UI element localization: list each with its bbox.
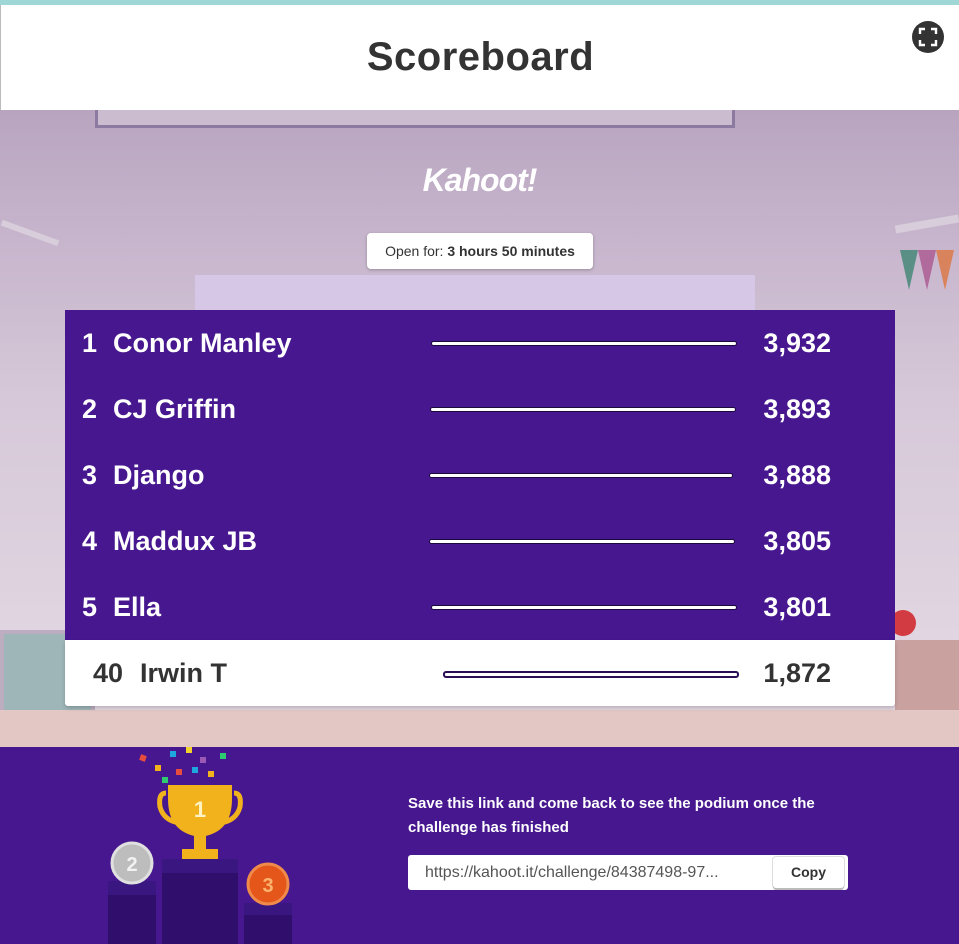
player-name: Maddux JB: [113, 526, 258, 556]
player-score: 3,888: [763, 460, 831, 490]
leaderboard-row: 4 Maddux JB 3,805: [65, 508, 895, 574]
player-score: 3,932: [763, 328, 831, 358]
silver-medal-icon: 2: [110, 841, 154, 885]
podium-trophy-illustration: 1 2 3: [108, 747, 292, 944]
confetti-icon: [139, 747, 226, 783]
svg-text:3: 3: [262, 875, 273, 897]
current-player-rank: 40: [92, 658, 123, 688]
kahoot-logo: Kahoot!: [422, 162, 538, 198]
player-score: 3,801: [763, 592, 831, 622]
score-bar: [430, 407, 736, 412]
player-name: CJ Griffin: [113, 394, 237, 424]
header: Scoreboard: [0, 5, 959, 110]
score-bar: [431, 605, 737, 610]
bronze-medal-icon: 3: [246, 862, 290, 906]
open-for-value: 3 hours 50 minutes: [447, 243, 575, 259]
leaderboard-row: 2 CJ Griffin 3,893: [65, 376, 895, 442]
leaderboard: 1 Conor Manley 3,932 2 CJ Griffin 3,893 …: [65, 310, 895, 640]
challenge-link-field[interactable]: https://kahoot.it/challenge/84387498-97.…: [408, 855, 770, 890]
fullscreen-icon: [918, 27, 938, 47]
player-name: Django: [113, 460, 205, 490]
trophy-icon: 1: [157, 785, 243, 859]
current-player-name: Irwin T: [140, 658, 227, 688]
page-title: Scoreboard: [366, 35, 595, 79]
fullscreen-button[interactable]: [912, 21, 944, 53]
player-rank: 3: [81, 460, 97, 490]
score-bar: [429, 473, 733, 478]
player-rank: 5: [81, 592, 97, 622]
leaderboard-row: 3 Django 3,888: [65, 442, 895, 508]
score-bar: [429, 539, 735, 544]
leaderboard-row: 5 Ella 3,801: [65, 574, 895, 640]
current-player-score-bar: [443, 671, 739, 678]
player-score: 3,805: [763, 526, 831, 556]
player-score: 3,893: [763, 394, 831, 424]
svg-text:2: 2: [126, 854, 137, 876]
footer: 1 2 3 Save this link and come back to se…: [0, 747, 959, 944]
player-rank: 4: [81, 526, 97, 556]
open-for-label: Open for:: [385, 243, 444, 259]
challenge-link-box: https://kahoot.it/challenge/84387498-97.…: [408, 855, 848, 890]
current-player-score: 1,872: [763, 658, 831, 688]
open-for-badge: Open for: 3 hours 50 minutes: [367, 233, 593, 269]
current-player-row: 40 Irwin T 1,872: [65, 640, 895, 706]
leaderboard-row: 1 Conor Manley 3,932: [65, 310, 895, 376]
save-link-message: Save this link and come back to see the …: [408, 795, 815, 836]
player-name: Ella: [113, 592, 162, 622]
player-rank: 2: [81, 394, 97, 424]
svg-text:1: 1: [194, 797, 206, 822]
copy-button[interactable]: Copy: [773, 857, 844, 888]
player-rank: 1: [81, 328, 97, 358]
player-name: Conor Manley: [113, 328, 292, 358]
score-bar: [431, 341, 737, 346]
classroom-background: Kahoot! Open for: 3 hours 50 minutes 1 C…: [0, 110, 959, 747]
